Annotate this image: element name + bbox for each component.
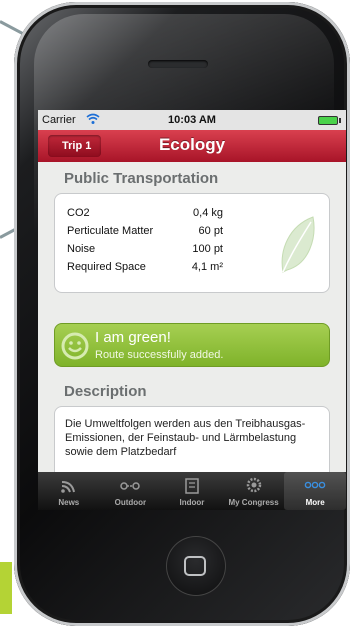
description-text: Die Umweltfolgen werden aus den Treibhau… [65, 418, 306, 458]
tab-label: More [305, 498, 325, 507]
building-icon [185, 478, 199, 494]
tab-label: Outdoor [114, 498, 147, 507]
metric-value: 0,4 kg [193, 207, 223, 219]
battery-tip [339, 118, 341, 123]
metric-label: Required Space [67, 261, 146, 273]
home-button-icon [184, 556, 206, 576]
status-bar: Carrier 10:03 AM [38, 110, 346, 130]
phone-screen: Carrier 10:03 AM Trip 1 Ecology Public T… [38, 110, 346, 510]
leaf-icon [281, 216, 315, 273]
route-icon [120, 482, 141, 490]
success-title: I am green! [95, 329, 171, 346]
green-accent-bar [0, 562, 12, 614]
metric-value: 60 pt [198, 225, 223, 237]
tab-bar: News Outdoor Indoor My Congress More [38, 472, 346, 510]
tab-label: Indoor [179, 498, 205, 507]
battery-icon [318, 116, 338, 125]
tab-label: My Congress [228, 498, 279, 507]
content-area: Public Transportation CO2 0,4 kg Perticu… [38, 162, 346, 486]
stage: Carrier 10:03 AM Trip 1 Ecology Public T… [0, 0, 356, 630]
metric-value: 100 pt [192, 243, 223, 255]
gear-icon [246, 477, 261, 493]
rss-icon [60, 481, 75, 493]
status-time: 10:03 AM [168, 114, 216, 126]
tab-more[interactable]: More [284, 472, 346, 510]
metric-label: Noise [67, 243, 96, 255]
section-header-transport: Public Transportation [64, 170, 219, 187]
metric-label: CO2 [67, 207, 90, 219]
earpiece [148, 60, 208, 68]
success-subtitle: Route successfully added. [95, 349, 224, 361]
success-banner[interactable]: I am green! Route successfully added. [54, 323, 330, 367]
page-title: Ecology [158, 135, 226, 154]
tab-news[interactable]: News [38, 472, 100, 510]
metric-value: 4,1 m² [191, 261, 223, 273]
section-header-description: Description [64, 383, 147, 400]
tab-indoor[interactable]: Indoor [161, 472, 223, 510]
tab-outdoor[interactable]: Outdoor [100, 472, 162, 510]
more-icon [304, 481, 326, 489]
tab-my-congress[interactable]: My Congress [223, 472, 285, 510]
navigation-bar: Trip 1 Ecology [38, 130, 346, 162]
metric-label: Perticulate Matter [67, 225, 154, 237]
smiley-icon [61, 332, 89, 360]
tab-label: News [58, 498, 80, 507]
metrics-card: CO2 0,4 kg Perticulate Matter 60 pt Nois… [54, 193, 330, 293]
